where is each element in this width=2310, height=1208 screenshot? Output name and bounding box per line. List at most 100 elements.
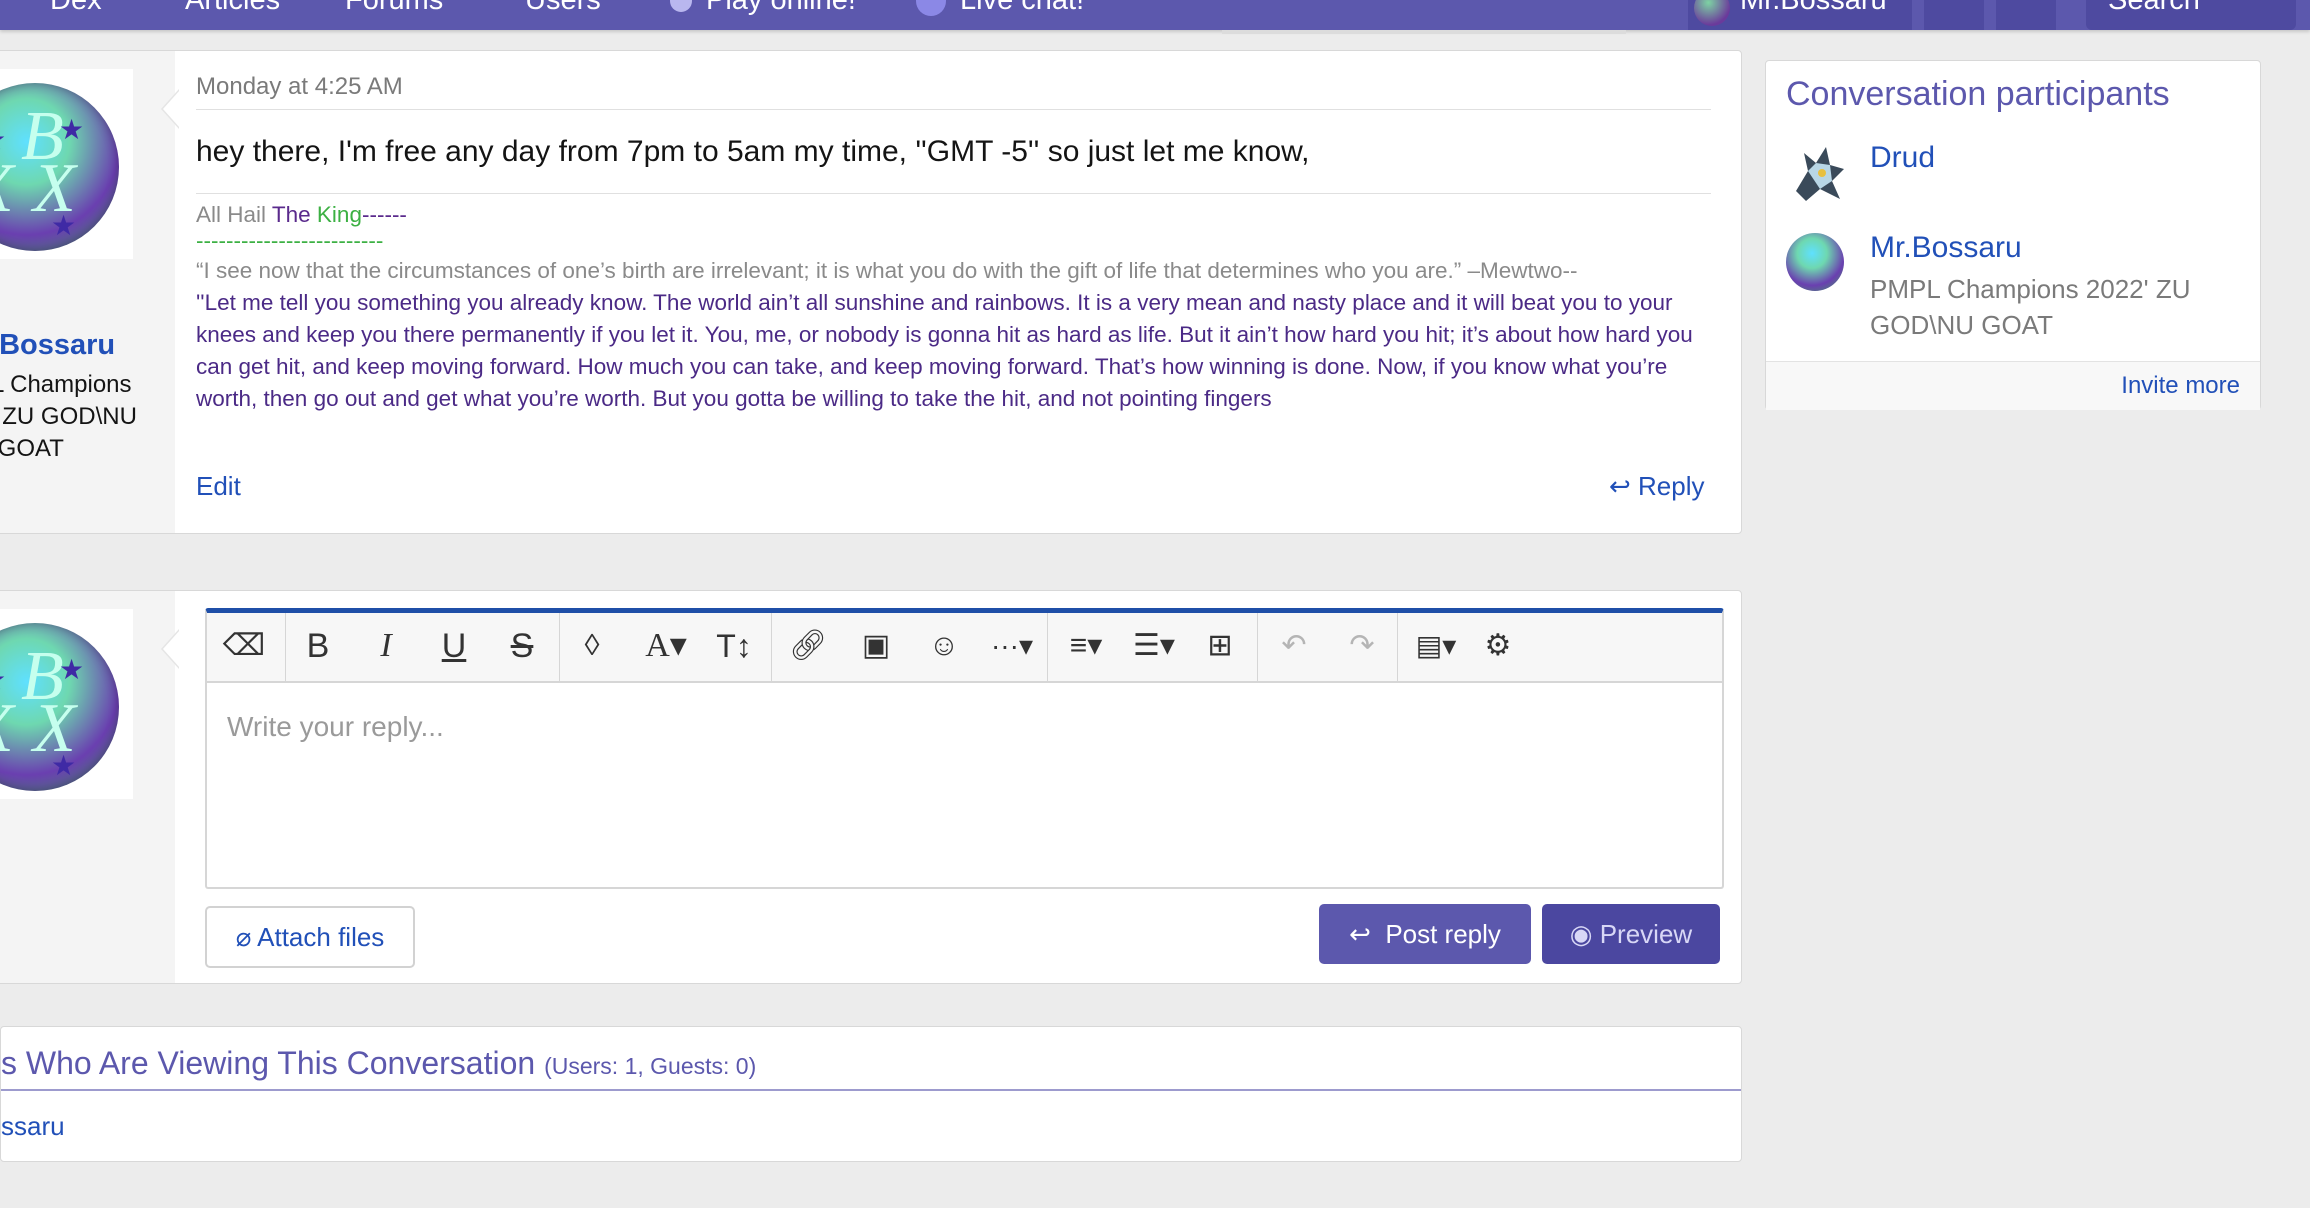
nav-articles[interactable]: Articles bbox=[185, 0, 280, 17]
message-arrow bbox=[161, 89, 180, 129]
invite-more-link[interactable]: Invite more bbox=[2121, 372, 2240, 400]
redo-icon[interactable]: ↷ bbox=[1339, 623, 1385, 669]
account-username: Mr.Bossaru bbox=[1740, 0, 1887, 16]
underline-icon[interactable]: U bbox=[431, 623, 477, 669]
toolbar-separator bbox=[559, 613, 560, 681]
bold-icon[interactable]: B bbox=[295, 623, 341, 669]
toolbar-separator bbox=[285, 613, 286, 681]
attach-files-button[interactable]: ⌀ Attach files bbox=[205, 906, 415, 968]
divider bbox=[196, 193, 1711, 194]
tab-strip bbox=[1222, 30, 1626, 34]
participant-title: PMPL Champions 2022' ZU GOD\NU GOAT bbox=[1870, 274, 2191, 340]
message-author[interactable]: .ssaruBossaru bbox=[0, 329, 115, 362]
participants-sidebar: Conversation participants Drud Mr.Bossar… bbox=[1765, 60, 2261, 410]
reply-label: Reply bbox=[1638, 471, 1705, 501]
inbox-icon[interactable] bbox=[1924, 0, 1984, 30]
message-user-panel: BXX ★ ★ ★ ★ .ssaruBossaru L Champions' Z… bbox=[0, 51, 175, 533]
message-avatar[interactable]: BXX ★ ★ ★ ★ bbox=[0, 69, 133, 259]
message-date[interactable]: Monday at 4:25 AM bbox=[196, 73, 403, 101]
divider bbox=[196, 109, 1711, 110]
reply-avatar: BXX ★ ★ ★ ★ bbox=[0, 609, 133, 799]
gear-icon[interactable]: ⚙ bbox=[1475, 623, 1521, 669]
sig-dashes: ------ bbox=[361, 202, 407, 227]
author-title: L Champions ' ZU GOD\NU GOAT bbox=[0, 371, 137, 462]
reply-icon: ↩ bbox=[1609, 471, 1631, 501]
nav-live-chat[interactable]: Live chat! bbox=[916, 0, 1084, 17]
sidebar-footer: Invite more bbox=[1766, 361, 2260, 410]
avatar-image: BXX ★ ★ ★ ★ bbox=[0, 623, 119, 791]
edit-link[interactable]: Edit bbox=[196, 471, 241, 502]
save-draft-icon[interactable]: ▤▾ bbox=[1407, 623, 1465, 669]
reply-editor: ⌫ B I U S ◊ A▾ T↕ 🔗︎ ▣ ☺ ···▾ ≡▾ ☰▾ ⊞ ↶ … bbox=[205, 608, 1724, 889]
font-family-icon[interactable]: A▾ bbox=[637, 623, 695, 669]
message-body: hey there, I'm free any day from 7pm to … bbox=[196, 135, 1310, 168]
reply-button[interactable]: ↩ Reply bbox=[1609, 471, 1705, 502]
bell-icon[interactable] bbox=[1996, 0, 2056, 30]
align-icon[interactable]: ≡▾ bbox=[1057, 623, 1115, 669]
italic-icon[interactable]: I bbox=[363, 623, 409, 669]
participant-name[interactable]: Mr.Bossaru bbox=[1870, 231, 2022, 265]
color-drop-icon[interactable]: ◊ bbox=[569, 623, 615, 669]
avatar bbox=[1694, 0, 1730, 26]
message-block: BXX ★ ★ ★ ★ .ssaruBossaru L Champions' Z… bbox=[0, 50, 1742, 534]
preview-button[interactable]: ◉ Preview bbox=[1542, 904, 1720, 964]
search-label: Search bbox=[2108, 0, 2200, 16]
viewers-title-text: s Who Are Viewing This Conversation bbox=[1, 1045, 536, 1081]
toolbar-separator bbox=[1397, 613, 1398, 681]
attach-label: Attach files bbox=[257, 922, 385, 952]
nav-forums[interactable]: Forums bbox=[345, 0, 443, 17]
toolbar-separator bbox=[1047, 613, 1048, 681]
toolbar-separator bbox=[771, 613, 772, 681]
signature: All Hail The King------ ----------------… bbox=[196, 199, 1711, 439]
nav-users[interactable]: Users bbox=[525, 0, 601, 17]
reply-user-panel: BXX ★ ★ ★ ★ bbox=[0, 591, 175, 983]
eye-icon: ◉ bbox=[1569, 919, 1593, 949]
signature-quote1: “I see now that the circumstances of one… bbox=[196, 258, 1578, 283]
toolbar-separator bbox=[1257, 613, 1258, 681]
image-icon[interactable]: ▣ bbox=[853, 623, 899, 669]
font-size-icon[interactable]: T↕ bbox=[705, 623, 763, 669]
nav-live-chat-label: Live chat! bbox=[960, 0, 1085, 16]
smiley-icon[interactable]: ☺ bbox=[921, 623, 967, 669]
more-options-icon[interactable]: ···▾ bbox=[983, 623, 1041, 669]
search-button[interactable]: Search bbox=[2086, 0, 2296, 30]
post-reply-button[interactable]: ↩ Post reply bbox=[1319, 904, 1531, 964]
participant-name[interactable]: Drud bbox=[1870, 141, 1935, 175]
link-icon[interactable]: 🔗︎ bbox=[785, 623, 831, 669]
play-icon bbox=[670, 0, 692, 13]
drud-avatar[interactable] bbox=[1786, 141, 1850, 205]
reply-arrow bbox=[161, 629, 180, 669]
strikethrough-icon[interactable]: S bbox=[499, 623, 545, 669]
divider bbox=[1, 1089, 1741, 1091]
preview-label: Preview bbox=[1599, 919, 1693, 949]
sig-prefix: All Hail bbox=[196, 202, 272, 227]
nav-play-online[interactable]: Play online! bbox=[670, 0, 856, 17]
editor-toolbar: ⌫ B I U S ◊ A▾ T↕ 🔗︎ ▣ ☺ ···▾ ≡▾ ☰▾ ⊞ ↶ … bbox=[207, 613, 1722, 683]
sidebar-title: Conversation participants bbox=[1786, 75, 2170, 113]
viewers-block: s Who Are Viewing This Conversation (Use… bbox=[0, 1026, 1742, 1162]
sig-king: King bbox=[316, 202, 362, 227]
signature-line2: ------------------------- bbox=[196, 228, 384, 253]
viewers-counts: (Users: 1, Guests: 0) bbox=[544, 1053, 757, 1079]
chat-icon bbox=[916, 0, 946, 17]
author-name-tail: Bossaru bbox=[0, 329, 116, 361]
signature-quote2: ''Let me tell you something you already … bbox=[196, 290, 1693, 411]
table-icon[interactable]: ⊞ bbox=[1197, 623, 1243, 669]
paperclip-icon: ⌀ bbox=[235, 922, 252, 952]
reply-input[interactable]: Write your reply... bbox=[227, 711, 444, 743]
viewers-title: s Who Are Viewing This Conversation (Use… bbox=[1, 1045, 756, 1082]
reply-icon: ↩ bbox=[1349, 919, 1371, 949]
sig-the: The bbox=[271, 202, 311, 227]
bossaru-avatar[interactable] bbox=[1786, 233, 1844, 291]
avatar-image: BXX ★ ★ ★ ★ bbox=[0, 83, 119, 251]
viewer-user-link[interactable]: ssaru bbox=[1, 1111, 65, 1142]
eraser-icon[interactable]: ⌫ bbox=[221, 623, 267, 669]
nav-play-online-label: Play online! bbox=[706, 0, 856, 16]
account-menu[interactable]: Mr.Bossaru bbox=[1688, 0, 1912, 30]
post-reply-label: Post reply bbox=[1385, 919, 1501, 949]
undo-icon[interactable]: ↶ bbox=[1271, 623, 1317, 669]
nav-dex[interactable]: Dex bbox=[50, 0, 102, 17]
list-icon[interactable]: ☰▾ bbox=[1125, 623, 1183, 669]
top-navigation: Dex Articles Forums Users Play online! L… bbox=[0, 0, 2310, 30]
signature-line1: All Hail The King------ bbox=[196, 199, 1711, 231]
